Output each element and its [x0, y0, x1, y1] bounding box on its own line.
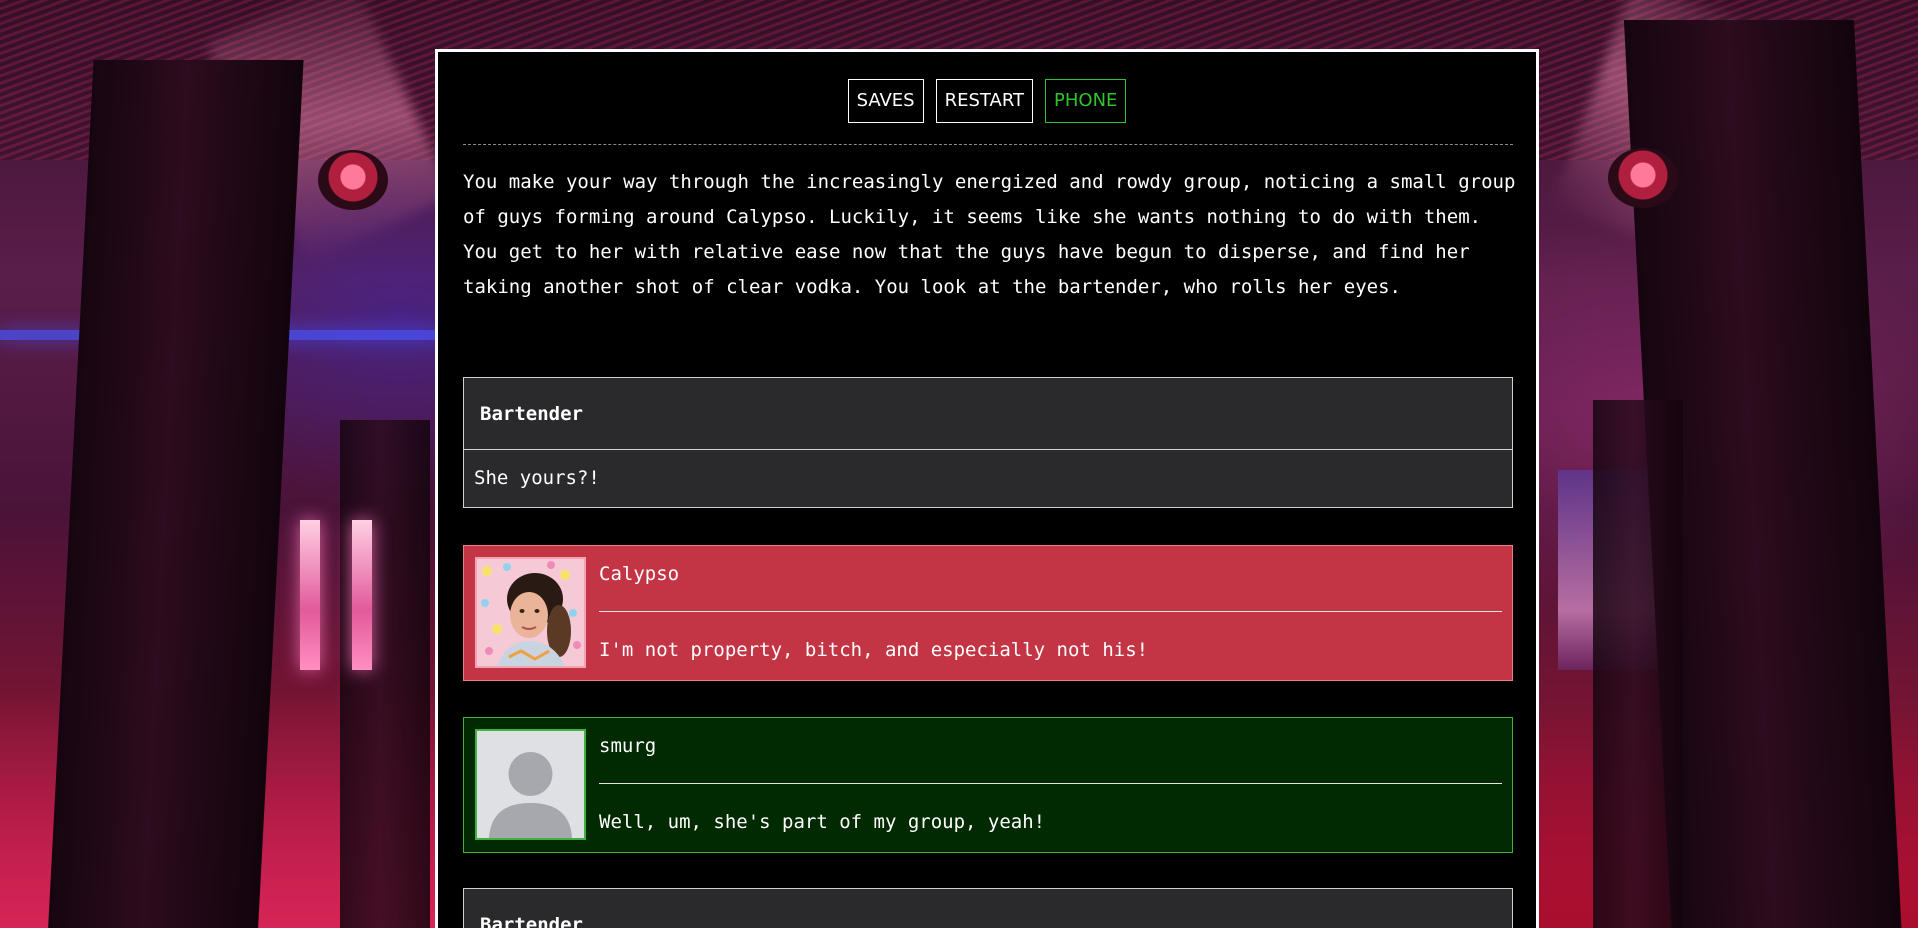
speech-line: She yours?!: [474, 467, 600, 489]
game-toolbar: SAVES RESTART PHONE: [438, 79, 1536, 123]
name-divider: [599, 611, 1502, 612]
pillar-left-back: [340, 420, 430, 928]
restart-button[interactable]: RESTART: [935, 79, 1034, 123]
calypso-dialogue: Calypso I'm not property, bitch, and esp…: [463, 545, 1513, 681]
bubble-tube: [300, 520, 320, 670]
calypso-portrait-icon: [477, 559, 584, 666]
calypso-message: I'm not property, bitch, and especially …: [599, 639, 1149, 661]
narration-text: You make your way through the increasing…: [463, 171, 1516, 298]
spotlight-left: [318, 150, 388, 210]
pillar-right-back: [1593, 400, 1683, 928]
phone-button[interactable]: PHONE: [1045, 79, 1127, 123]
story-panel: SAVES RESTART PHONE You make your way th…: [435, 49, 1539, 928]
npc-speech-box: Bartender She yours?!: [463, 377, 1513, 508]
speaker-name: Bartender: [464, 378, 1512, 450]
user-silhouette-icon: [477, 731, 584, 838]
speaker-name: Bartender: [464, 889, 1512, 928]
player-name: smurg: [599, 735, 657, 757]
smurg-avatar: [475, 729, 586, 840]
calypso-avatar: [475, 557, 586, 668]
npc-speech-box: Bartender: [463, 888, 1513, 928]
player-message: Well, um, she's part of my group, yeah!: [599, 811, 1046, 833]
spotlight-right: [1608, 148, 1678, 208]
calypso-name: Calypso: [599, 563, 680, 585]
name-divider: [599, 783, 1502, 784]
player-dialogue: smurg Well, um, she's part of my group, …: [463, 717, 1513, 853]
toolbar-divider: [463, 144, 1513, 145]
bubble-tube: [352, 520, 372, 670]
saves-button[interactable]: SAVES: [847, 79, 924, 123]
